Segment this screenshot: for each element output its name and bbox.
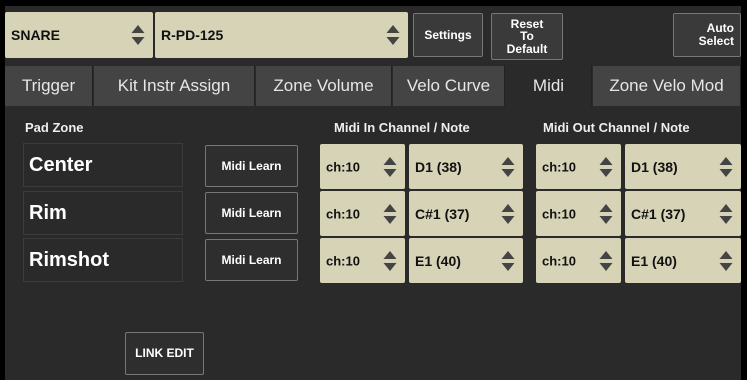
selector-value: D1 (38) — [631, 158, 678, 175]
selector-value: C#1 (37) — [631, 205, 686, 222]
auto-line-2: Select — [698, 34, 734, 48]
auto-select-button[interactable]: Auto Select — [673, 13, 741, 57]
selector-value: ch:10 — [542, 253, 576, 268]
selector-value: D1 (38) — [415, 158, 462, 175]
updown-arrow-icon — [386, 24, 400, 46]
updown-arrow-icon — [599, 156, 613, 178]
tab-velo-curve[interactable]: Velo Curve — [393, 66, 505, 106]
module-selector-label: R-PD-125 — [161, 27, 224, 43]
midi-in-channel-selector[interactable]: ch:10 — [320, 238, 405, 283]
pad-selector-label: SNARE — [11, 27, 61, 43]
tab-trigger[interactable]: Trigger — [5, 66, 93, 106]
selector-value: C#1 (37) — [415, 205, 470, 222]
settings-button-label: Settings — [424, 27, 472, 42]
updown-arrow-icon — [501, 203, 515, 225]
link-edit-label: LINK EDIT — [135, 346, 194, 361]
zone-label-rimshot: Rimshot — [23, 238, 183, 282]
midi-learn-button[interactable]: Midi Learn — [205, 145, 298, 187]
updown-arrow-icon — [383, 203, 397, 225]
tab-zone-volume[interactable]: Zone Volume — [256, 66, 392, 106]
midi-out-header: Midi Out Channel / Note — [543, 120, 690, 135]
updown-arrow-icon — [599, 250, 613, 272]
selector-value: E1 (40) — [415, 252, 461, 269]
updown-arrow-icon — [501, 250, 515, 272]
reset-line-3: Default — [506, 41, 548, 56]
updown-arrow-icon — [719, 156, 733, 178]
selector-value: ch:10 — [542, 159, 576, 174]
midi-in-note-selector[interactable]: E1 (40) — [409, 238, 523, 283]
midi-in-note-selector[interactable]: D1 (38) — [409, 144, 523, 189]
zone-label-rim: Rim — [23, 191, 183, 235]
midi-out-channel-selector[interactable]: ch:10 — [536, 238, 621, 283]
selector-value: E1 (40) — [631, 252, 677, 269]
zone-name: Rim — [29, 201, 67, 224]
midi-out-note-selector[interactable]: D1 (38) — [625, 144, 741, 189]
tab-label: Midi — [532, 76, 565, 95]
updown-arrow-icon — [719, 203, 733, 225]
tab-label: Velo Curve — [406, 76, 491, 95]
updown-arrow-icon — [383, 156, 397, 178]
tab-kit-instr-assign[interactable]: Kit Instr Assign — [94, 66, 255, 106]
midi-in-channel-selector[interactable]: ch:10 — [320, 144, 405, 189]
midi-learn-button[interactable]: Midi Learn — [205, 239, 298, 281]
zone-name: Rimshot — [29, 248, 109, 271]
zone-label-center: Center — [23, 143, 183, 187]
tab-zone-velo-mod[interactable]: Zone Velo Mod — [593, 66, 741, 106]
updown-arrow-icon — [719, 250, 733, 272]
reset-to-default-button[interactable]: Reset To Default — [491, 13, 563, 60]
tab-label: Zone Volume — [273, 76, 374, 95]
tab-label: Kit Instr Assign — [117, 76, 231, 95]
midi-in-channel-selector[interactable]: ch:10 — [320, 191, 405, 236]
midi-out-channel-selector[interactable]: ch:10 — [536, 191, 621, 236]
midi-in-note-selector[interactable]: C#1 (37) — [409, 191, 523, 236]
pad-selector[interactable]: SNARE — [5, 12, 153, 58]
midi-learn-label: Midi Learn — [221, 252, 282, 267]
midi-learn-button[interactable]: Midi Learn — [205, 192, 298, 234]
selector-value: ch:10 — [542, 206, 576, 221]
reset-line-2: To — [520, 29, 534, 44]
midi-out-note-selector[interactable]: E1 (40) — [625, 238, 741, 283]
pad-zone-header: Pad Zone — [25, 120, 84, 135]
link-edit-button[interactable]: LINK EDIT — [125, 332, 204, 375]
updown-arrow-icon — [383, 250, 397, 272]
selector-value: ch:10 — [326, 253, 360, 268]
midi-learn-label: Midi Learn — [221, 205, 282, 220]
midi-learn-label: Midi Learn — [221, 158, 282, 173]
module-selector[interactable]: R-PD-125 — [155, 12, 408, 58]
midi-out-note-selector[interactable]: C#1 (37) — [625, 191, 741, 236]
midi-in-header: Midi In Channel / Note — [334, 120, 470, 135]
updown-arrow-icon — [501, 156, 515, 178]
tab-label: Zone Velo Mod — [609, 76, 724, 95]
selector-value: ch:10 — [326, 206, 360, 221]
app-window: SNARE R-PD-125 Settings Reset To Default… — [5, 6, 741, 380]
selector-value: ch:10 — [326, 159, 360, 174]
tab-label: Trigger — [21, 76, 76, 95]
settings-button[interactable]: Settings — [413, 13, 483, 57]
updown-arrow-icon — [131, 24, 145, 46]
midi-out-channel-selector[interactable]: ch:10 — [536, 144, 621, 189]
updown-arrow-icon — [599, 203, 613, 225]
tab-midi[interactable]: Midi — [506, 66, 592, 106]
zone-name: Center — [29, 153, 93, 176]
